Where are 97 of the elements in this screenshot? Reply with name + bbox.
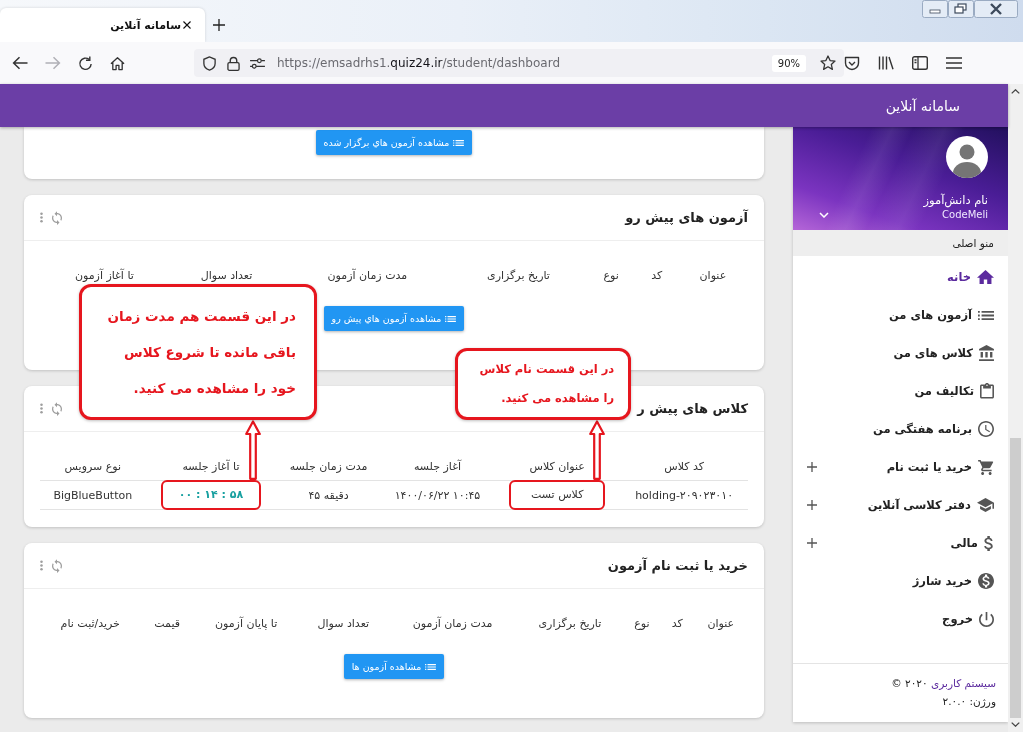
column-header: تعداد سوال [317,616,369,630]
column-header: آغاز جلسه [413,459,461,473]
user-name: نام دانش‌آموز [923,192,988,208]
up-arrow [245,420,262,480]
menu-item[interactable]: خروج [793,600,1008,638]
graduation-cap-icon [977,498,994,512]
app-title: سامانه آنلاین [885,97,960,114]
column-header: مدت زمان جلسه [289,459,368,473]
card-title: آزمون های پیش رو [625,210,748,225]
avatar-icon [946,136,988,178]
plus-icon[interactable] [213,19,225,31]
clipboard-icon [980,383,994,399]
column-header: تاریخ برگزاری [487,268,550,282]
column-header: عنوان کلاس [529,459,585,473]
table-cell: ۴۵ دقیقه [276,480,381,510]
table-cell: ۱۴۰۰/۰۶/۲۲ ۱۰:۴۵ [380,480,495,510]
home-icon[interactable] [110,55,125,71]
shield-icon[interactable] [202,55,217,71]
home-icon [977,269,994,285]
coin-icon [978,573,994,589]
card-title: کلاس های پیش ر [637,401,748,416]
menu-item[interactable]: دفتر کلاسی آنلاین [793,486,1008,524]
column-header: تا آغاز آزمون [74,268,134,282]
close-icon[interactable] [183,21,191,29]
dollar-icon [984,535,994,551]
column-header: کد [651,268,663,282]
list-icon [445,315,457,322]
cart-icon [978,459,994,475]
callout: در این قسمت نام کلاس را مشاهده می کنید. [455,348,632,420]
column-header: نوع سرویس [64,459,122,473]
sidebar-icon[interactable] [912,56,928,70]
list-icon [425,663,437,670]
up-arrow [589,420,606,480]
menu-item[interactable]: آزمون های من [793,296,1008,334]
more-icon[interactable] [40,212,43,223]
bank-icon [979,344,994,362]
column-header: مدت زمان آزمون [412,616,493,630]
version-text: ورژن: ۲.۰.۰ [942,695,996,707]
zoom-button[interactable]: 90% [771,54,806,72]
scroll-down-icon[interactable] [1011,722,1020,727]
scrollbar-thumb[interactable] [1010,438,1021,718]
menu-item[interactable]: خرید یا ثبت نام [793,448,1008,486]
plus-icon[interactable] [807,538,817,548]
column-header: تعداد سوال [200,268,253,282]
clock-icon [978,421,994,437]
list-icon [978,310,994,320]
card-title: خرید یا ثبت نام آزمون [607,558,748,573]
scroll-up-icon[interactable] [1011,89,1020,94]
menu-label: منو اصلی [793,230,1008,256]
column-header: مدت زمان آزمون [327,268,408,282]
browser-tab[interactable]: سامانه آنلاین [0,8,205,42]
reload-icon[interactable] [78,55,93,71]
list-icon [453,139,465,146]
footer-link[interactable]: سیستم کاربری [930,677,996,689]
column-header: نوع [634,616,650,630]
column-header: کد [671,616,683,630]
column-header: خرید/ثبت نام [60,616,120,630]
refresh-icon[interactable] [52,401,62,416]
menu-item[interactable]: کلاس های من [793,334,1008,372]
menu-item[interactable]: خرید شارژ [793,562,1008,600]
restore-icon[interactable] [948,0,974,18]
highlighted-text: ۰۰ : ۱۴ : ۵۸ [160,480,262,510]
menu-item[interactable]: برنامه هفتگی من [793,410,1008,448]
plus-icon[interactable] [807,462,817,472]
refresh-icon[interactable] [52,210,62,225]
more-icon[interactable] [40,403,43,414]
column-header: تا آغاز جلسه [182,459,240,473]
user-code: CodeMeli [942,208,988,222]
chevron-badge-icon[interactable] [844,55,860,71]
column-header: تاریخ برگزاری [538,616,602,630]
sliders-icon[interactable] [250,56,265,70]
column-header: قیمت [154,616,180,630]
close-icon[interactable] [974,0,1018,18]
column-header: تا پایان آزمون [214,616,278,630]
power-icon [979,611,994,627]
column-header: عنوان [699,268,727,282]
refresh-icon[interactable] [52,558,62,573]
lock-icon[interactable] [227,55,240,71]
column-header: عنوان [707,616,735,630]
address-field[interactable]: https://emsadrhs1.quiz24.ir/student/dashboard 90% [194,49,844,77]
callout: در این قسمت هم مدت زمان باقی مانده تا شروع کلاس خود را مشاهده می کنید. [78,284,317,420]
menu-item[interactable]: خانه [793,258,1008,296]
column-header: کد کلاس [664,459,704,473]
table-cell: holding-۲۰۹۰۲۳۰۱۰ [620,480,748,510]
chevron-down-icon[interactable] [819,212,829,218]
bookshelf-icon[interactable] [878,56,894,70]
highlighted-text: کلاس تست [508,480,606,510]
menu-item[interactable]: تکالیف من [793,372,1008,410]
plus-icon[interactable] [807,500,817,510]
back-icon[interactable] [12,56,28,70]
column-header: نوع [603,268,619,282]
more-icon[interactable] [40,560,43,571]
menu-item[interactable]: مالی [793,524,1008,562]
star-icon[interactable] [820,55,836,71]
table-cell: BigBlueButton [40,480,146,510]
copyright-text: ۲۰۲۰ © [891,677,928,689]
menu-icon[interactable] [946,57,962,69]
